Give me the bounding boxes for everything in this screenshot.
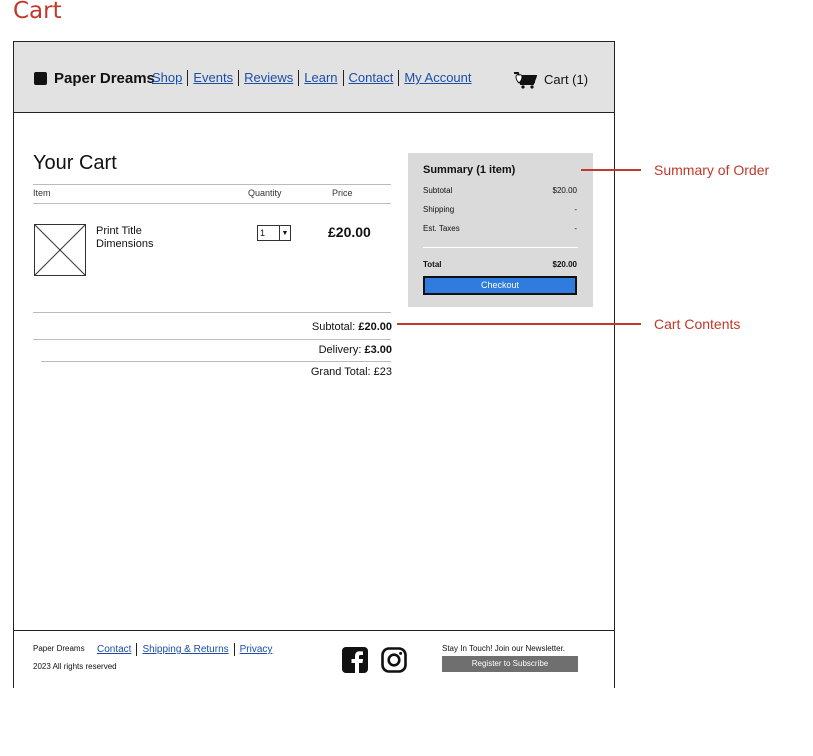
divider — [33, 203, 391, 204]
footer-copyright: 2023 All rights reserved — [33, 662, 117, 671]
subtotal-value: £20.00 — [358, 321, 392, 333]
footer-link-contact[interactable]: Contact — [97, 643, 138, 656]
annotation-connector — [397, 323, 641, 325]
checkout-button[interactable]: Checkout — [423, 276, 577, 295]
subtotal-row: Subtotal: £20.00 — [312, 321, 392, 333]
summary-title: Summary (1 item) — [423, 164, 516, 176]
quantity-select[interactable]: 1 ▼ — [257, 225, 291, 241]
divider — [33, 184, 391, 185]
image-placeholder-icon — [34, 224, 86, 276]
grand-total-row: Grand Total: £23 — [311, 366, 392, 378]
annotation-summary: Summary of Order — [654, 162, 770, 178]
annotation-contents: Cart Contents — [654, 316, 741, 332]
summary-total-value: $20.00 — [552, 260, 577, 269]
wireframe-page: Paper Dreams Shop Events Reviews Learn C… — [13, 41, 615, 688]
item-details: Print Title Dimensions — [96, 225, 153, 251]
page-title: Cart — [13, 0, 62, 24]
summary-total-label: Total — [423, 260, 442, 269]
summary-shipping-label: Shipping — [423, 205, 455, 214]
nav-contact[interactable]: Contact — [344, 70, 400, 86]
footer-links: Contact Shipping & Returns Privacy — [97, 643, 277, 656]
column-header-price: Price — [332, 188, 353, 198]
facebook-icon[interactable] — [342, 647, 368, 673]
summary-subtotal-value: $20.00 — [552, 186, 577, 195]
summary-total-row: Total $20.00 — [423, 260, 577, 269]
order-summary: Summary (1 item) Subtotal $20.00 Shippin… — [408, 153, 593, 307]
chevron-down-icon[interactable]: ▼ — [279, 226, 290, 240]
site-header: Paper Dreams Shop Events Reviews Learn C… — [14, 42, 614, 113]
item-price: £20.00 — [328, 224, 371, 240]
instagram-icon[interactable] — [381, 647, 407, 673]
summary-divider — [423, 247, 578, 248]
annotation-connector — [581, 169, 641, 171]
nav-reviews[interactable]: Reviews — [239, 70, 300, 86]
nav-events[interactable]: Events — [188, 70, 240, 86]
summary-taxes-value: - — [574, 224, 577, 233]
column-header-quantity: Quantity — [248, 188, 282, 198]
subscribe-button[interactable]: Register to Subscribe — [442, 656, 578, 672]
quantity-value: 1 — [260, 228, 266, 238]
subtotal-label: Subtotal: — [311, 321, 356, 333]
divider — [33, 339, 391, 340]
logo-icon — [34, 72, 47, 85]
summary-taxes-label: Est. Taxes — [423, 224, 460, 233]
grand-total-value: £23 — [373, 366, 392, 378]
divider — [41, 361, 391, 362]
item-dimensions: Dimensions — [96, 238, 154, 250]
nav-learn[interactable]: Learn — [299, 70, 344, 86]
cart-icon[interactable] — [513, 71, 537, 89]
delivery-value: £3.00 — [364, 344, 392, 356]
delivery-label: Delivery: — [318, 344, 362, 356]
divider — [33, 312, 391, 313]
nav-my-account[interactable]: My Account — [399, 70, 476, 86]
item-title[interactable]: Print Title — [96, 225, 153, 238]
cart-heading: Your Cart — [33, 152, 117, 174]
summary-subtotal-label: Subtotal — [423, 186, 453, 195]
summary-shipping-row: Shipping - — [423, 205, 577, 214]
site-footer: Paper Dreams 2023 All rights reserved Co… — [14, 630, 614, 688]
footer-link-shipping-returns[interactable]: Shipping & Returns — [137, 643, 235, 656]
brand-name[interactable]: Paper Dreams — [54, 70, 155, 87]
summary-shipping-value: - — [574, 205, 577, 214]
footer-link-privacy[interactable]: Privacy — [235, 643, 278, 656]
column-header-item: Item — [33, 188, 51, 198]
summary-subtotal-row: Subtotal $20.00 — [423, 186, 577, 195]
grand-total-label: Grand Total: — [310, 366, 371, 378]
summary-taxes-row: Est. Taxes - — [423, 224, 577, 233]
delivery-row: Delivery: £3.00 — [319, 344, 392, 356]
footer-brand: Paper Dreams — [33, 644, 85, 653]
nav-shop[interactable]: Shop — [152, 70, 189, 86]
cart-link[interactable]: Cart (1) — [544, 72, 588, 87]
newsletter-text: Stay In Touch! Join our Newsletter. — [442, 644, 566, 653]
main-nav: Shop Events Reviews Learn Contact My Acc… — [152, 70, 477, 86]
